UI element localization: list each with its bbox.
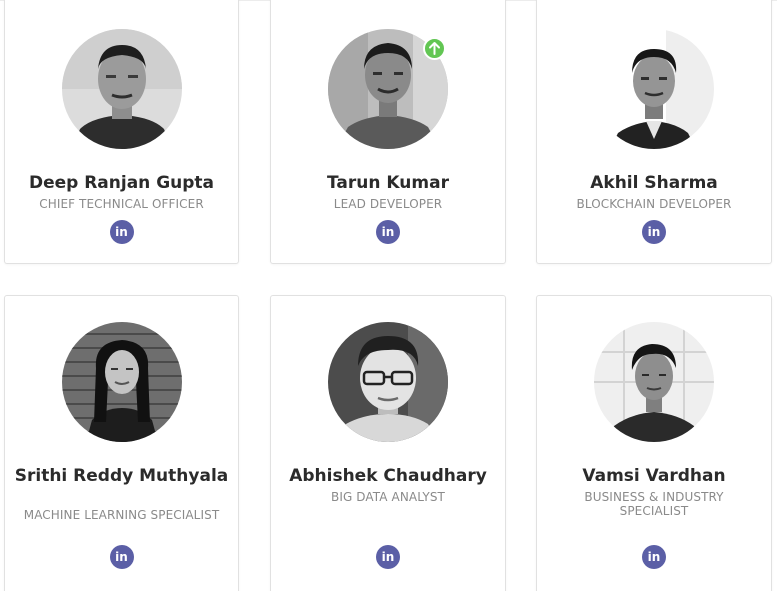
member-role: MACHINE LEARNING SPECIALIST [23, 508, 220, 522]
member-name: Abhishek Chaudhary [289, 466, 487, 486]
arrow-up-icon[interactable] [423, 37, 446, 60]
avatar [61, 29, 182, 149]
team-card: Deep Ranjan Gupta CHIEF TECHNICAL OFFICE… [4, 0, 239, 264]
team-card: Tarun Kumar LEAD DEVELOPER in [270, 0, 506, 264]
avatar [594, 29, 714, 149]
member-name: Tarun Kumar [327, 173, 449, 193]
linkedin-icon[interactable]: in [376, 545, 400, 569]
linkedin-icon[interactable]: in [109, 545, 134, 569]
team-card: Vamsi Vardhan BUSINESS & INDUSTRY SPECIA… [536, 295, 772, 591]
avatar [328, 322, 448, 442]
member-role: BLOCKCHAIN DEVELOPER [576, 197, 732, 211]
avatar [61, 322, 182, 442]
portrait-icon [328, 322, 448, 442]
portrait-icon [61, 322, 182, 442]
member-name: Vamsi Vardhan [582, 466, 726, 486]
team-card: Srithi Reddy Muthyala MACHINE LEARNING S… [4, 295, 239, 591]
team-card: Abhishek Chaudhary BIG DATA ANALYST in [270, 295, 506, 591]
member-name: Srithi Reddy Muthyala [14, 466, 229, 486]
portrait-icon [594, 29, 714, 149]
member-role: CHIEF TECHNICAL OFFICER [39, 197, 204, 211]
member-name: Akhil Sharma [590, 173, 718, 193]
team-card: Akhil Sharma BLOCKCHAIN DEVELOPER in [536, 0, 772, 264]
linkedin-icon[interactable]: in [109, 220, 134, 244]
avatar [594, 322, 714, 442]
portrait-icon [594, 322, 714, 442]
member-role: BIG DATA ANALYST [331, 490, 445, 504]
linkedin-icon[interactable]: in [642, 545, 666, 569]
team-grid: Deep Ranjan Gupta CHIEF TECHNICAL OFFICE… [0, 0, 777, 591]
portrait-icon [61, 29, 182, 149]
linkedin-icon[interactable]: in [376, 220, 400, 244]
linkedin-icon[interactable]: in [642, 220, 666, 244]
member-role: LEAD DEVELOPER [333, 197, 443, 211]
member-name: Deep Ranjan Gupta [28, 173, 215, 193]
member-role: BUSINESS & INDUSTRY SPECIALIST [584, 490, 724, 518]
